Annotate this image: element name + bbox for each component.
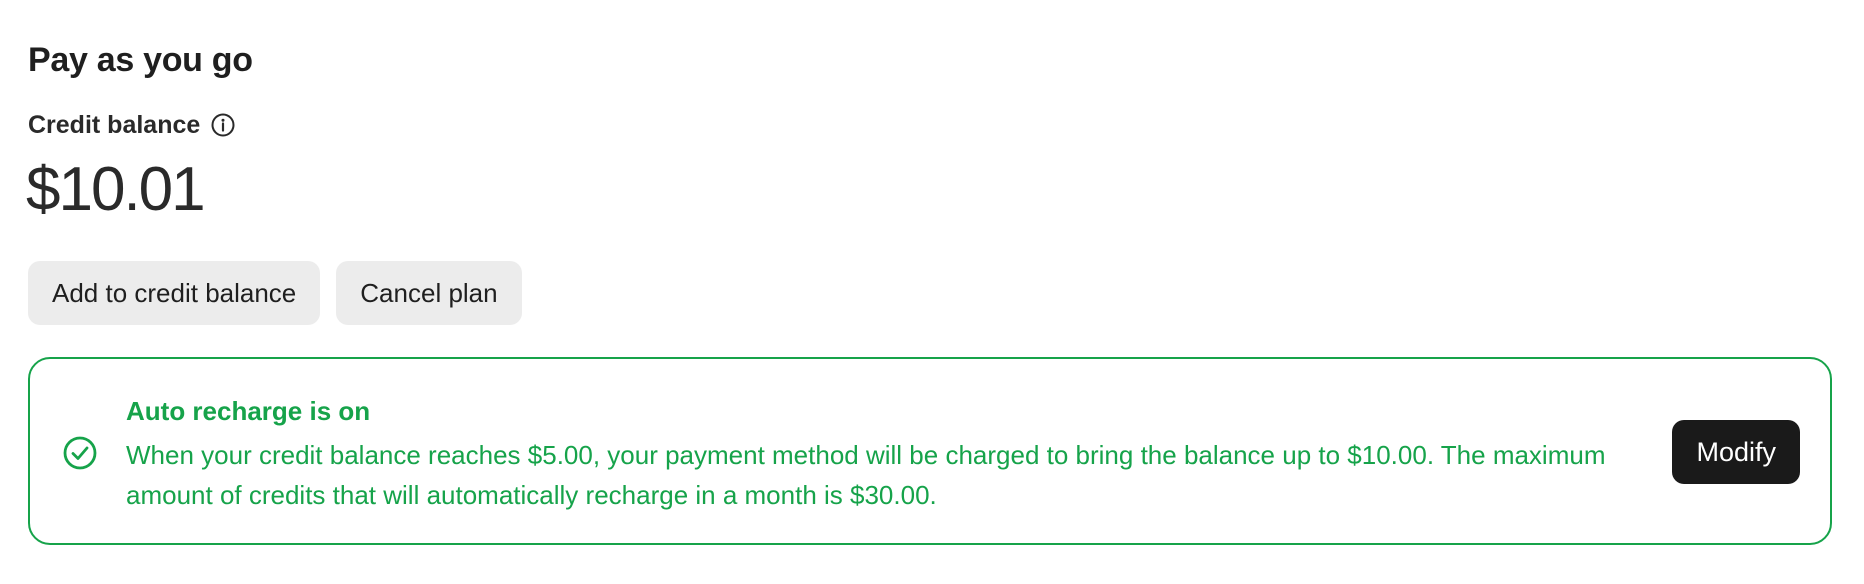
page-title: Pay as you go bbox=[28, 41, 253, 79]
check-circle-icon bbox=[62, 435, 98, 471]
auto-recharge-message: When your credit balance reaches $5.00, … bbox=[126, 440, 1606, 510]
info-icon[interactable] bbox=[210, 112, 236, 138]
add-to-credit-balance-button[interactable]: Add to credit balance bbox=[28, 261, 321, 325]
credit-balance-label: Credit balance bbox=[28, 111, 201, 139]
cancel-plan-button[interactable]: Cancel plan bbox=[336, 261, 522, 325]
auto-recharge-title: Auto recharge is on bbox=[126, 396, 371, 426]
auto-recharge-notice: Auto recharge is on When your credit bal… bbox=[28, 357, 1832, 545]
modify-button[interactable]: Modify bbox=[1672, 420, 1800, 484]
billing-page: Pay as you go Credit balance $10.01 Add … bbox=[0, 0, 1864, 584]
credit-balance-header: Credit balance bbox=[28, 108, 236, 142]
plan-actions: Add to credit balance Cancel plan bbox=[28, 261, 522, 325]
credit-balance-amount: $10.01 bbox=[26, 155, 206, 224]
